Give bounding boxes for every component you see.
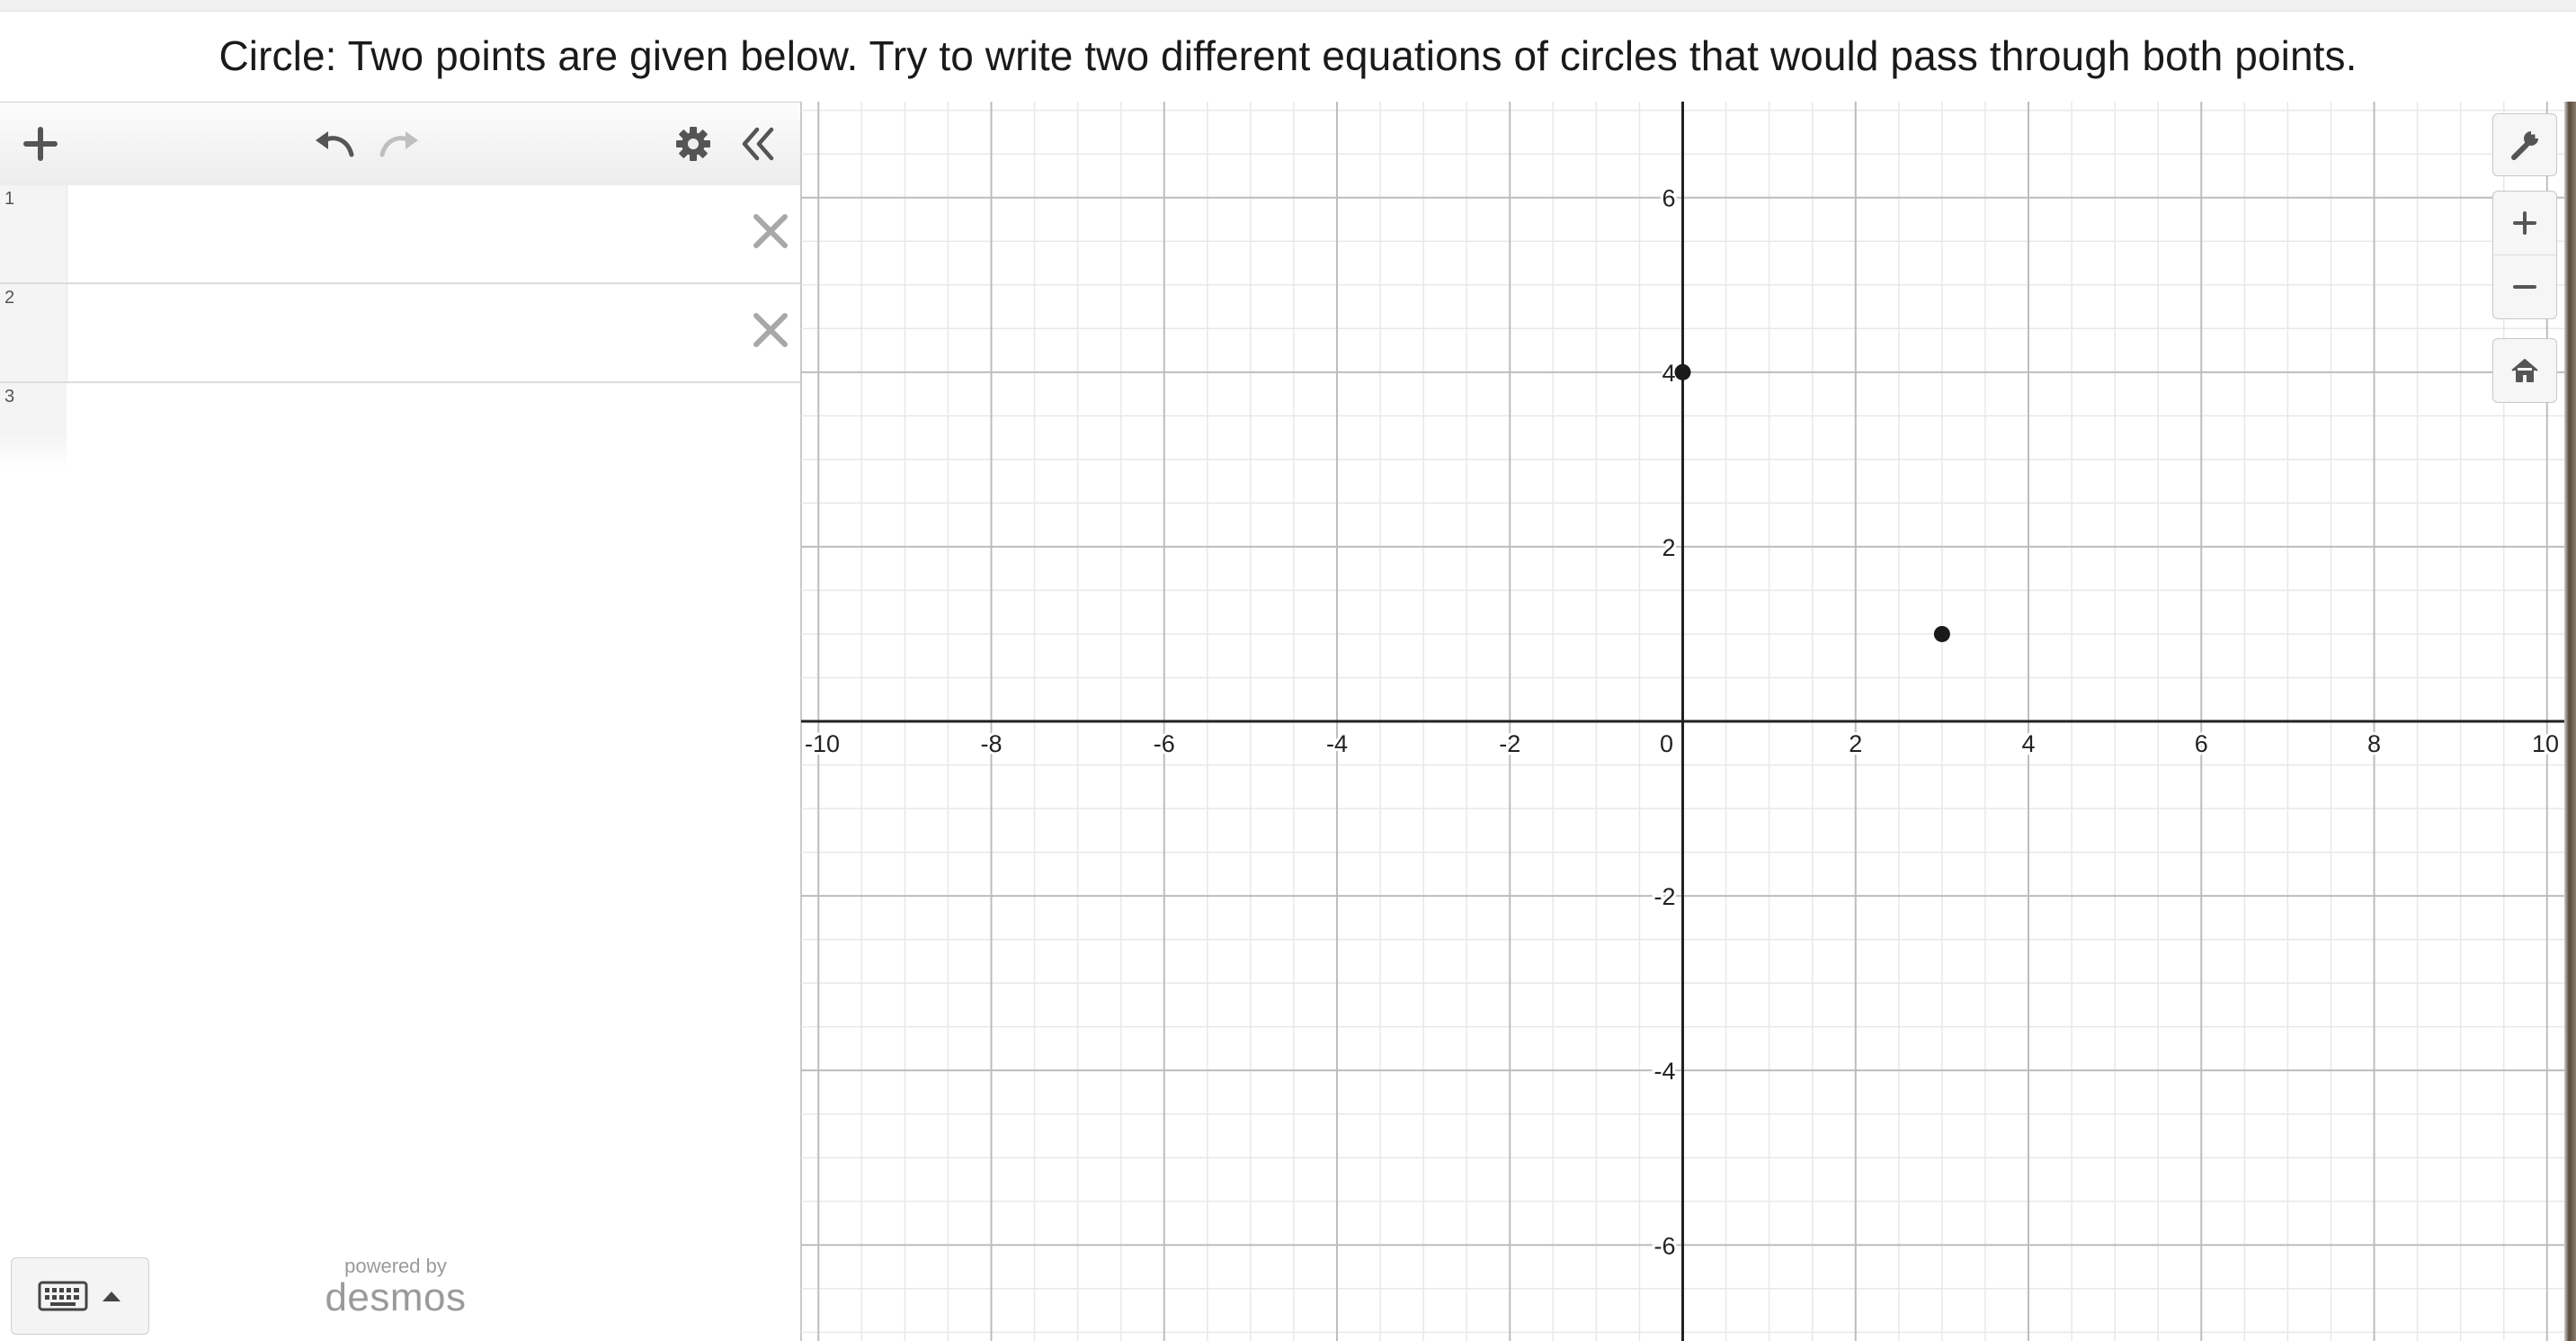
y-tick-label: -2: [1653, 883, 1675, 910]
expression-row[interactable]: 2: [0, 284, 800, 383]
x-tick-label: 8: [2367, 730, 2381, 757]
y-tick-label: 4: [1662, 360, 1675, 387]
undo-button[interactable]: [308, 121, 360, 167]
keyboard-toggle-button[interactable]: [11, 1257, 149, 1335]
expression-input[interactable]: [68, 185, 746, 282]
plus-icon: [2513, 211, 2536, 235]
x-tick-label: -10: [805, 730, 840, 757]
settings-button[interactable]: [667, 121, 719, 167]
close-icon: [753, 313, 788, 347]
expression-toolbar: [0, 102, 800, 186]
x-tick-label: -6: [1154, 730, 1175, 757]
x-tick-label: 6: [2195, 730, 2208, 757]
powered-by-label: powered by: [344, 1255, 447, 1277]
close-icon: [753, 214, 788, 248]
expression-input[interactable]: [68, 383, 746, 469]
delete-expression-button[interactable]: [750, 309, 791, 351]
window-edge: [2564, 102, 2576, 1341]
x-tick-label: -2: [1499, 730, 1520, 757]
zoom-out-button[interactable]: [2492, 255, 2557, 319]
x-tick-label: 10: [2532, 730, 2559, 757]
data-point: [1933, 625, 1950, 642]
expression-gutter: 3: [0, 383, 67, 469]
y-tick-label: -6: [1653, 1232, 1675, 1259]
expression-number: 2: [4, 288, 15, 308]
wrench-icon: [2511, 130, 2540, 160]
keyboard-icon: [38, 1281, 88, 1311]
caret-up-icon: [103, 1292, 120, 1301]
minus-icon: [2513, 285, 2536, 289]
expression-input[interactable]: [68, 284, 746, 381]
axes: [801, 102, 2564, 1341]
graph-settings-button[interactable]: [2492, 113, 2557, 176]
activity-title: Circle: Two points are given below. Try …: [218, 32, 2358, 79]
add-expression-button[interactable]: [13, 121, 68, 167]
collapse-panel-button[interactable]: [730, 121, 784, 167]
y-tick-label: 2: [1662, 534, 1675, 561]
expression-row[interactable]: 1: [0, 185, 800, 284]
default-viewport-button[interactable]: [2492, 338, 2557, 403]
data-point: [1674, 363, 1691, 380]
desmos-logo: desmos: [325, 1275, 467, 1319]
home-icon: [2511, 359, 2538, 382]
plus-icon: [23, 127, 58, 161]
y-tick-label: -4: [1653, 1058, 1675, 1085]
expression-number: 3: [4, 387, 15, 407]
redo-icon: [379, 131, 418, 157]
gear-icon: [676, 127, 710, 161]
zoom-in-button[interactable]: [2492, 191, 2557, 255]
expression-panel: 1 2 3 powered by desmos: [0, 102, 802, 1341]
x-tick-label: -4: [1326, 730, 1348, 757]
redo-button[interactable]: [374, 121, 426, 167]
y-tick-label: 6: [1662, 185, 1675, 212]
expression-gutter: 2: [0, 284, 67, 381]
expression-row[interactable]: 3: [0, 383, 800, 469]
x-tick-label: 4: [2021, 730, 2035, 757]
delete-expression-button[interactable]: [750, 210, 791, 252]
powered-by-desmos: powered by desmos: [324, 1256, 468, 1318]
x-tick-label: 0: [1660, 730, 1673, 757]
x-tick-label: -8: [980, 730, 1002, 757]
graph-paper[interactable]: -10 -8 -6 -4 -2 0 2 4 6 8 10 -6 -4 -2 2 4 6: [801, 102, 2564, 1341]
x-tick-label: 2: [1849, 730, 1862, 757]
expression-gutter: 1: [0, 185, 67, 282]
undo-icon: [316, 131, 354, 157]
expression-number: 1: [4, 189, 15, 209]
double-chevron-left-icon: [742, 127, 774, 161]
